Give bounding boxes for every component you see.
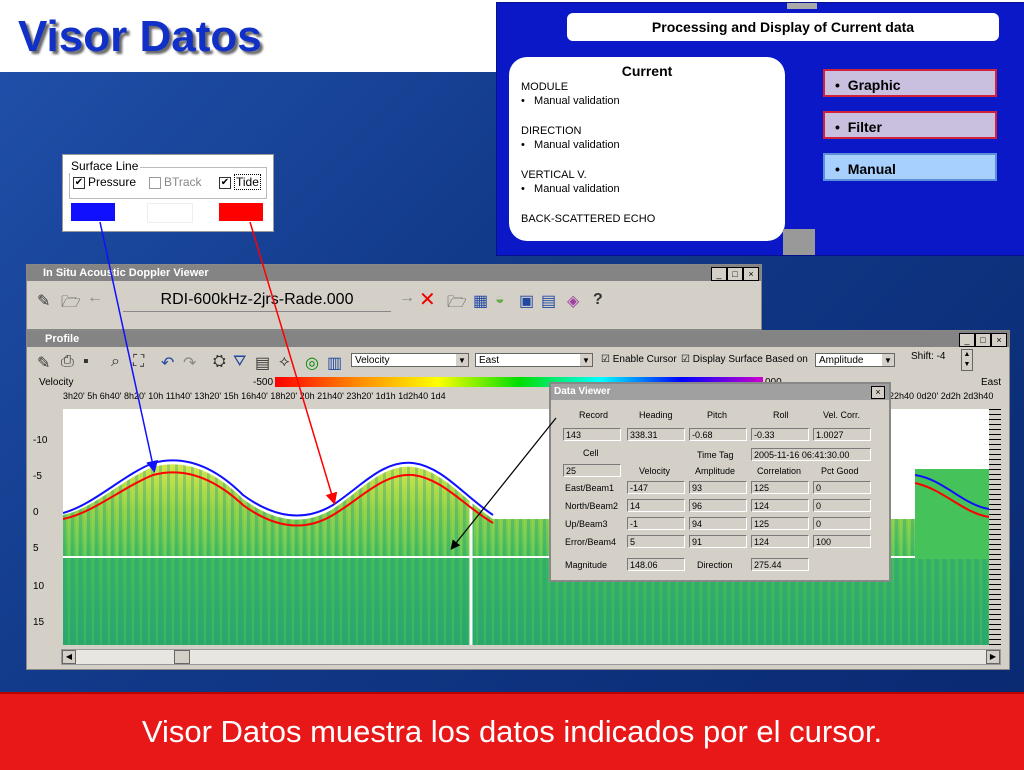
- pressure-arrow: [99, 221, 158, 473]
- cursor-arrow: [450, 417, 557, 550]
- caption-text: Visor Datos muestra los datos indicados …: [141, 714, 883, 749]
- caption-bar: Visor Datos muestra los datos indicados …: [0, 692, 1024, 770]
- tide-arrow: [249, 221, 338, 505]
- annotation-overlay: [99, 221, 557, 550]
